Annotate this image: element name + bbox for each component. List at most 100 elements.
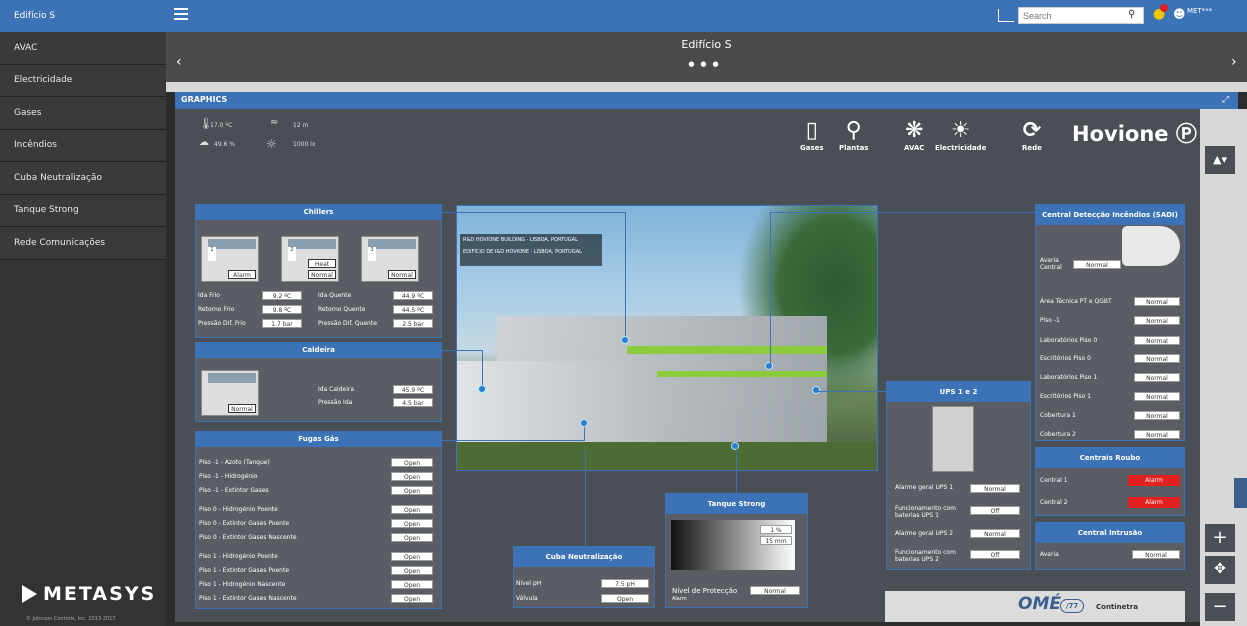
nav-gases[interactable]: ▯ Gases xyxy=(800,118,824,152)
valvula-label: Válvula xyxy=(516,595,538,602)
hotspot-fugas[interactable] xyxy=(580,419,588,427)
ups2-battery-label: Funcionamento com baterias UPS 2 xyxy=(895,549,956,563)
nivel-sub-label: Alarm xyxy=(672,596,687,602)
intrusao-label: Avaria xyxy=(1040,551,1059,558)
nav-plantas[interactable]: ⚲ Plantas xyxy=(839,118,868,152)
caldeira-status: Normal xyxy=(228,404,256,413)
fuga-value: Open xyxy=(391,594,433,603)
prev-arrow-icon[interactable]: ‹ xyxy=(176,54,182,70)
hotspot-caldeira[interactable] xyxy=(478,385,486,393)
retorno-frio-value: 9.8 ºC xyxy=(262,305,302,314)
carousel-dots[interactable]: ●●● xyxy=(166,60,1247,68)
nav-avac[interactable]: ❋ AVAC xyxy=(904,118,924,152)
tanque-title: Tanque Strong xyxy=(666,494,807,514)
outdoor-humidity: 49.6 % xyxy=(214,141,235,148)
nav-rede[interactable]: ⟳ Rede xyxy=(1022,118,1042,152)
connector-line xyxy=(770,212,1035,213)
user-icon[interactable]: ☻ xyxy=(1173,7,1186,21)
fit-screen-icon[interactable]: ✥ xyxy=(1205,556,1235,584)
sadi-avaria-label: Avaria Central xyxy=(1040,257,1062,271)
sidebar: Edifício S AVAC Electricidade Gases Incê… xyxy=(0,0,166,626)
sadi-zone-label: Laboratórios Piso 0 xyxy=(1040,337,1098,344)
sidebar-item-avac[interactable]: AVAC xyxy=(0,32,166,65)
sidebar-title[interactable]: Edifício S xyxy=(0,0,166,32)
sadi-zone-value: Normal xyxy=(1134,430,1180,439)
hotspot-tanque[interactable] xyxy=(731,442,739,450)
map-pin-icon: ⚲ xyxy=(845,118,862,143)
caldeira-unit[interactable]: Normal xyxy=(201,370,259,416)
logo-icon xyxy=(22,585,37,603)
hotspot-sadi[interactable] xyxy=(765,362,773,370)
notification-badge xyxy=(1160,4,1168,12)
chiller-number: 1 xyxy=(208,247,216,261)
sadi-zone-value: Normal xyxy=(1134,411,1180,420)
fuga-value: Open xyxy=(391,533,433,542)
caldeira-title: Caldeira xyxy=(196,343,441,358)
sidebar-item-gases[interactable]: Gases xyxy=(0,97,166,130)
ups2-alarm-label: Alarme geral UPS 2 xyxy=(895,530,954,537)
chiller-1[interactable]: 1 Alarm xyxy=(201,236,259,282)
hotspot-chillers[interactable] xyxy=(621,336,629,344)
zoom-in-icon[interactable]: + xyxy=(1205,524,1235,552)
sidebar-item-cuba[interactable]: Cuba Neutralização xyxy=(0,162,166,195)
side-tab[interactable] xyxy=(1234,478,1247,508)
chiller-3[interactable]: 3 Normal xyxy=(361,236,419,282)
next-arrow-icon[interactable]: › xyxy=(1231,54,1237,70)
fuga-label: Piso 1 - Hidrogénio Poente xyxy=(199,553,278,560)
hamburger-menu-icon[interactable] xyxy=(174,8,188,21)
wind-icon: ≈ xyxy=(270,117,279,128)
sadi-zone-value: Normal xyxy=(1134,354,1180,363)
ups1-battery-value: Off xyxy=(970,506,1020,515)
fan-icon: ❋ xyxy=(905,118,924,143)
nav-rede-label: Rede xyxy=(1022,144,1042,152)
connector-line xyxy=(585,450,586,546)
sidebar-item-rede[interactable]: Rede Comunicações xyxy=(0,227,166,260)
search-input[interactable] xyxy=(1018,7,1144,24)
ida-caldeira-value: 45.9 ºC xyxy=(393,385,433,394)
fuga-value: Open xyxy=(391,505,433,514)
gas-cylinder-icon: ▯ xyxy=(805,118,818,143)
fuga-value: Open xyxy=(391,458,433,467)
ida-quente-label: Ida Quente xyxy=(318,292,352,299)
pressao-ida-label: Pressão Ida xyxy=(318,399,353,406)
connector-line xyxy=(442,440,585,441)
chiller-status: Alarm xyxy=(228,270,256,279)
sidebar-item-incendios[interactable]: Incêndios xyxy=(0,129,166,162)
sadi-zone-value: Normal xyxy=(1134,373,1180,382)
search-icon[interactable]: ⚲ xyxy=(1128,9,1135,20)
zoom-out-icon[interactable]: − xyxy=(1205,593,1235,621)
user-name[interactable]: MET*** xyxy=(1187,7,1212,15)
sadi-zone-label: Cobertura 2 xyxy=(1040,431,1076,438)
nav-electricidade[interactable]: ☀ Electricidade xyxy=(935,118,986,152)
trend-chart-icon[interactable] xyxy=(998,9,1014,22)
expand-icon[interactable]: ⤢ xyxy=(1222,95,1229,105)
sidebar-item-electricidade[interactable]: Electricidade xyxy=(0,64,166,97)
fuga-label: Piso 1 - Extintor Gases Nascente xyxy=(199,595,297,602)
smoke-detector-icon xyxy=(1122,226,1180,266)
building-header: Edifício S ●●● ‹ › xyxy=(166,32,1247,82)
connector-line xyxy=(482,350,483,390)
intrusao-title: Central Intrusão xyxy=(1036,523,1184,543)
pressao-frio-value: 1.7 bar xyxy=(262,319,302,328)
ups1-alarm-label: Alarme geral UPS 1 xyxy=(895,484,954,491)
connector-line xyxy=(442,350,482,351)
ups-title: UPS 1 e 2 xyxy=(887,382,1030,402)
hotspot-ups[interactable] xyxy=(812,386,820,394)
photo-lawn xyxy=(457,442,877,470)
pressao-quente-label: Pressão Dif. Quente xyxy=(318,320,377,327)
page-title: Edifício S xyxy=(681,38,732,51)
fuga-label: Piso -1 - Azoto (Tanque) xyxy=(199,459,270,466)
roubo-value: Alarm xyxy=(1128,497,1180,508)
sadi-zone-label: Cobertura 1 xyxy=(1040,412,1076,419)
chiller-2[interactable]: 2 Heat Normal xyxy=(281,236,339,282)
fuga-value: Open xyxy=(391,580,433,589)
chiller-number: 2 xyxy=(288,247,296,261)
roubo-title: Centrais Roubo xyxy=(1036,448,1184,468)
retorno-frio-label: Retorno Frio xyxy=(198,306,235,313)
sadi-avaria-value: Normal xyxy=(1073,260,1121,269)
nav-gases-label: Gases xyxy=(800,144,824,152)
layers-menu-icon[interactable]: ▲▾ xyxy=(1205,146,1235,174)
building-photo: R&D HOVIONE BUILDING · LISBOA, PORTUGAL E… xyxy=(456,205,878,471)
sidebar-item-tanque[interactable]: Tanque Strong xyxy=(0,194,166,227)
ida-frio-label: Ida Frio xyxy=(198,292,220,299)
